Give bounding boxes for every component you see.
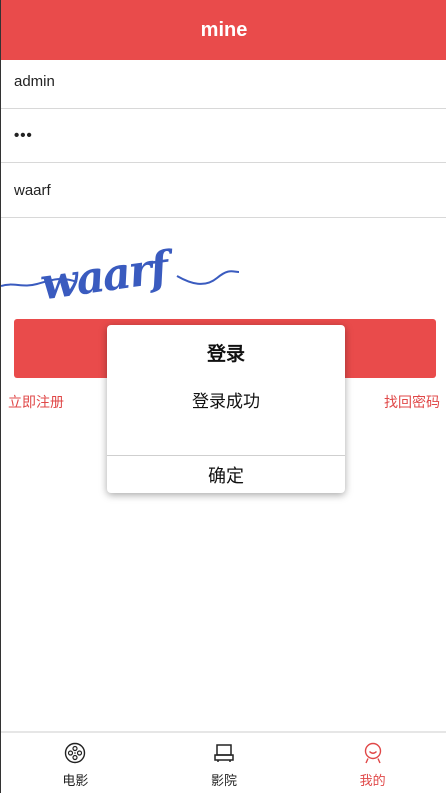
app-page: mine admin ••• waarf waarf 立即注册 找回密码 登录 … xyxy=(0,0,446,793)
user-face-icon xyxy=(364,742,381,764)
register-link[interactable]: 立即注册 xyxy=(8,392,64,412)
captcha-input-value: waarf xyxy=(14,182,51,199)
username-value: admin xyxy=(14,73,55,90)
film-reel-icon xyxy=(65,742,86,764)
dialog-message: 登录成功 xyxy=(192,392,260,412)
forgot-password-link[interactable]: 找回密码 xyxy=(384,392,440,412)
captcha-image[interactable]: waarf xyxy=(0,232,241,311)
password-field[interactable]: ••• xyxy=(1,109,446,163)
app-header: mine xyxy=(1,0,446,60)
username-field[interactable]: admin xyxy=(1,55,446,109)
captcha-graphic: waarf xyxy=(0,241,240,311)
captcha-input-field[interactable]: waarf xyxy=(1,164,446,218)
password-value: ••• xyxy=(14,127,33,144)
captcha-text: waarf xyxy=(37,241,179,304)
tab-label: 影院 xyxy=(211,774,238,789)
tab-cinemas[interactable]: 影院 xyxy=(150,733,299,793)
page-title: mine xyxy=(200,18,248,41)
tab-bar: 电影 影院 我的 xyxy=(1,731,446,793)
alert-dialog: 登录 登录成功 确定 xyxy=(107,325,345,493)
dialog-ok-button[interactable]: 确定 xyxy=(107,456,345,493)
tab-label: 我的 xyxy=(359,774,386,789)
tab-mine[interactable]: 我的 xyxy=(298,733,446,793)
dialog-title: 登录 xyxy=(206,343,245,365)
tab-movies[interactable]: 电影 xyxy=(1,733,150,793)
cinema-seat-icon xyxy=(214,744,234,762)
tab-label: 电影 xyxy=(62,774,89,789)
